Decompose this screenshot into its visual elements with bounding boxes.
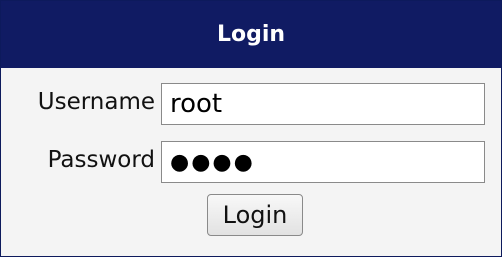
username-input[interactable]: root	[161, 83, 485, 125]
login-title: Login	[1, 1, 501, 68]
login-button[interactable]: Login	[207, 194, 303, 236]
password-label: Password	[47, 147, 155, 173]
username-label: Username	[37, 89, 155, 115]
password-input[interactable]: ●●●●	[161, 141, 485, 183]
login-panel: Login Username root Password ●●●● Login	[0, 0, 502, 257]
